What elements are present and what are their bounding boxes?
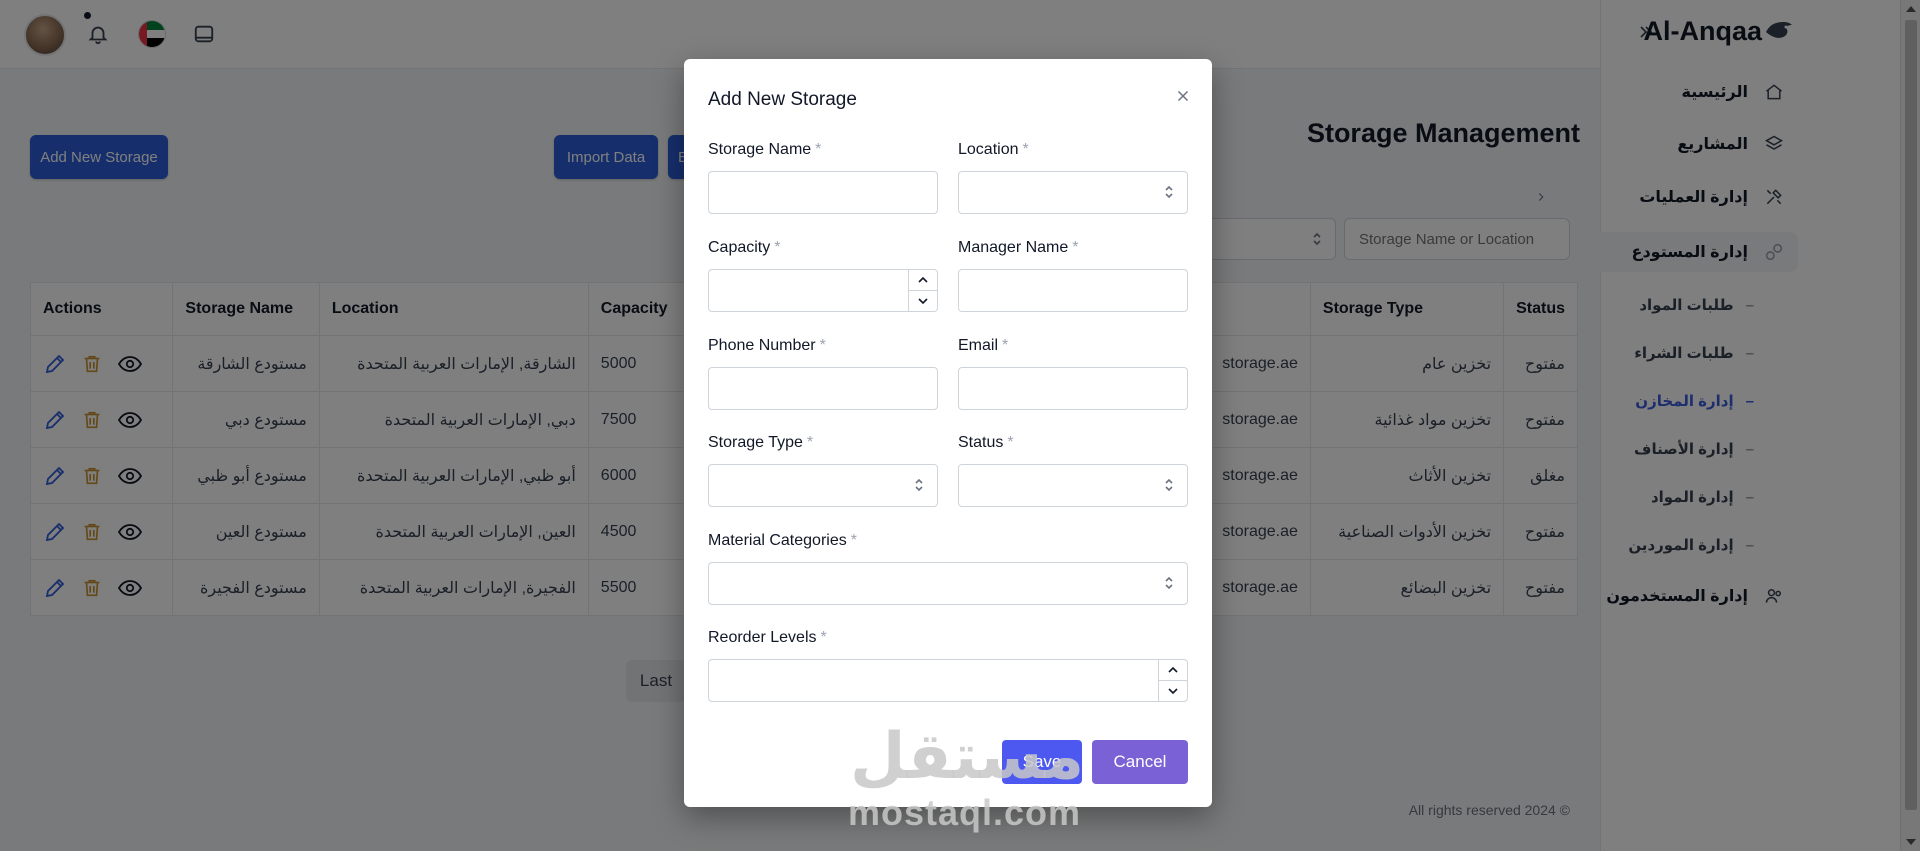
watermark-arabic: مستقل — [850, 720, 1085, 794]
email-input[interactable] — [958, 367, 1188, 410]
stepper-down-icon[interactable] — [909, 291, 937, 311]
phone-input[interactable] — [708, 367, 938, 410]
stepper-up-icon[interactable] — [909, 270, 937, 291]
phone-label: Phone Number * — [708, 337, 826, 354]
stepper-down-icon[interactable] — [1159, 681, 1187, 701]
capacity-input[interactable] — [708, 269, 938, 312]
reorder-levels-stepper[interactable] — [1158, 660, 1187, 701]
status-label: Status * — [958, 434, 1014, 451]
manager-name-input[interactable] — [958, 269, 1188, 312]
select-arrows-icon — [1163, 477, 1175, 493]
material-categories-label: Material Categories * — [708, 532, 857, 549]
reorder-levels-input[interactable] — [708, 659, 1188, 702]
manager-name-label: Manager Name * — [958, 239, 1079, 256]
stepper-up-icon[interactable] — [1159, 660, 1187, 681]
status-select[interactable] — [958, 464, 1188, 507]
capacity-stepper[interactable] — [908, 270, 937, 311]
email-label: Email * — [958, 337, 1009, 354]
storage-type-select[interactable] — [708, 464, 938, 507]
cancel-button[interactable]: Cancel — [1092, 740, 1188, 784]
select-arrows-icon — [1163, 575, 1175, 591]
select-arrows-icon — [1163, 184, 1175, 200]
add-storage-modal: Add New Storage Storage Name * Location * … — [684, 59, 1212, 807]
select-arrows-icon — [913, 477, 925, 493]
capacity-label: Capacity * — [708, 239, 781, 256]
location-label: Location * — [958, 141, 1029, 158]
material-categories-select[interactable] — [708, 562, 1188, 605]
close-icon[interactable] — [1174, 87, 1192, 105]
reorder-levels-label: Reorder Levels * — [708, 629, 827, 646]
storage-type-label: Storage Type * — [708, 434, 814, 451]
watermark-latin: mostaql.com — [848, 792, 1082, 833]
storage-name-input[interactable] — [708, 171, 938, 214]
modal-title: Add New Storage — [708, 89, 857, 110]
location-select[interactable] — [958, 171, 1188, 214]
storage-name-label: Storage Name * — [708, 141, 822, 158]
